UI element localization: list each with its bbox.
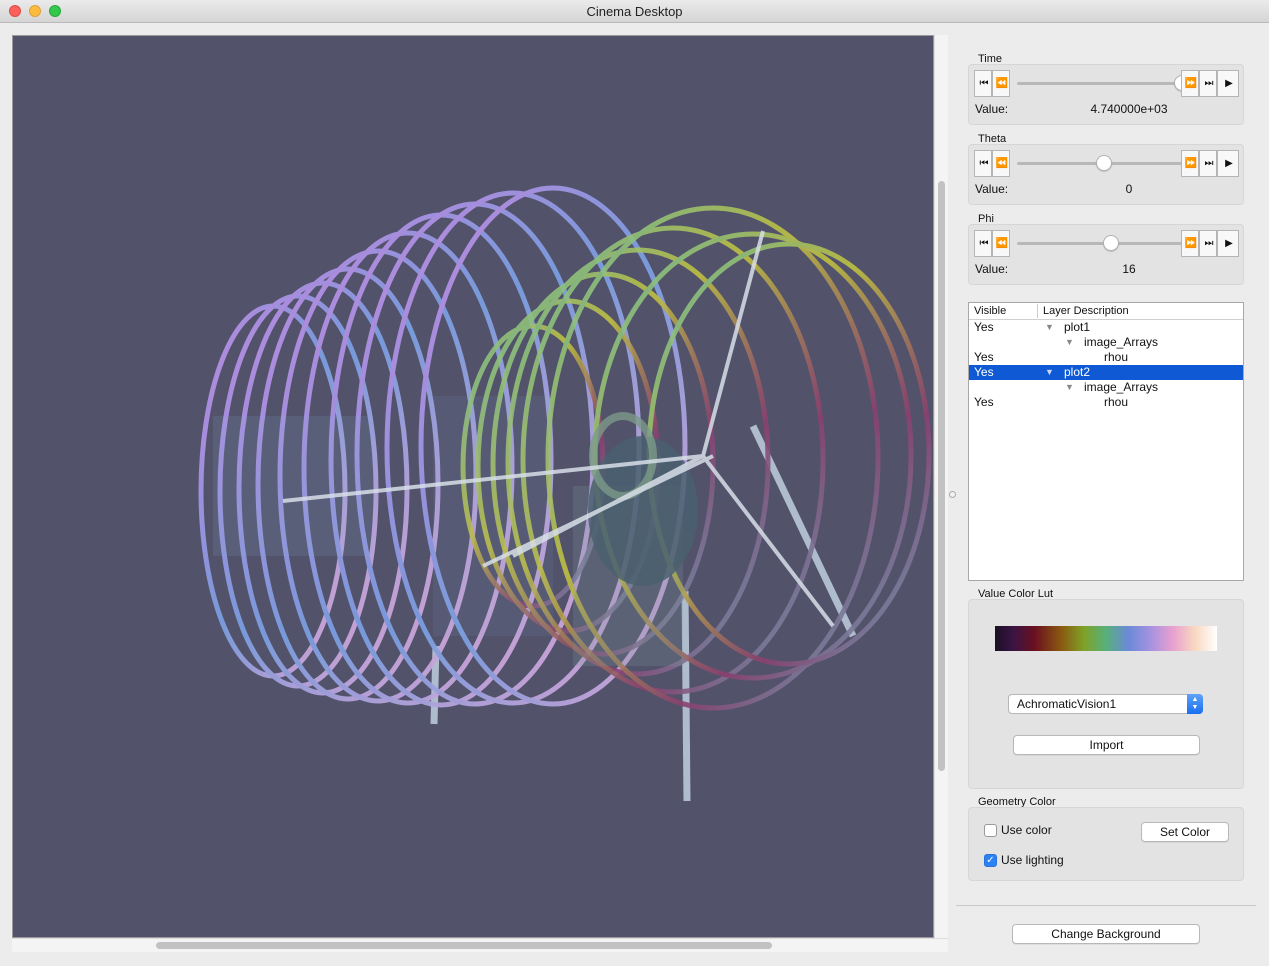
theta-prev-button[interactable]: ⏪ — [992, 150, 1010, 177]
layer-visible[interactable]: Yes — [974, 395, 994, 410]
layer-visible[interactable]: Yes — [974, 350, 994, 365]
time-value: 4.740000e+03 — [1090, 102, 1168, 116]
phi-slider-knob[interactable] — [1103, 235, 1119, 251]
horizontal-scroll-thumb[interactable] — [156, 942, 772, 949]
color-lut-preview — [995, 626, 1217, 651]
set-color-button[interactable]: Set Color — [1141, 822, 1229, 842]
phi-prev-button[interactable]: ⏪ — [992, 230, 1010, 257]
layer-row-image-arrays-2[interactable]: ▼ image_Arrays — [969, 380, 1243, 395]
layer-description: rhou — [1104, 395, 1129, 409]
change-background-button[interactable]: Change Background — [1012, 924, 1200, 944]
layer-row-plot1[interactable]: Yes ▼ plot1 — [969, 320, 1243, 335]
lut-select-value: AchromaticVision1 — [1017, 697, 1117, 711]
use-color-checkbox[interactable] — [984, 824, 997, 837]
panel-divider — [956, 905, 1256, 906]
layer-row-rhou-1[interactable]: Yes rhou — [969, 350, 1243, 365]
theta-play-button[interactable]: ▶ — [1217, 150, 1239, 177]
layer-description: image_Arrays — [1084, 380, 1159, 394]
theta-value: 0 — [1125, 182, 1133, 196]
theta-slider-knob[interactable] — [1096, 155, 1112, 171]
theta-group: ⏮ ⏪ ⏩ ⏭ ▶ Value: 0 — [968, 144, 1244, 205]
visible-column-header[interactable]: Visible — [974, 305, 1006, 317]
expand-triangle-icon[interactable]: ▼ — [1065, 380, 1074, 395]
phi-value-label: Value: — [975, 262, 1009, 276]
time-next-button[interactable]: ⏩ — [1181, 70, 1199, 97]
time-last-button[interactable]: ⏭ — [1199, 70, 1217, 97]
theta-last-button[interactable]: ⏭ — [1199, 150, 1217, 177]
phi-play-button[interactable]: ▶ — [1217, 230, 1239, 257]
rendered-geometry — [198, 185, 932, 802]
use-color-label[interactable]: Use color — [1001, 823, 1052, 837]
time-prev-button[interactable]: ⏪ — [992, 70, 1010, 97]
description-column-header[interactable]: Layer Description — [1043, 305, 1129, 317]
window-title: Cinema Desktop — [586, 4, 683, 19]
layer-tree[interactable]: Visible Layer Description Yes ▼ plot1 ▼ … — [968, 302, 1244, 581]
phi-player: ⏮ ⏪ ⏩ ⏭ ▶ — [974, 230, 1239, 259]
phi-value: 16 — [1122, 262, 1136, 276]
theta-first-button[interactable]: ⏮ — [974, 150, 992, 177]
theta-player: ⏮ ⏪ ⏩ ⏭ ▶ — [974, 150, 1239, 179]
theta-value-label: Value: — [975, 182, 1009, 196]
time-value-label: Value: — [975, 102, 1009, 116]
layer-row-plot2[interactable]: Yes ▼ plot2 — [969, 365, 1243, 380]
time-play-button[interactable]: ▶ — [1217, 70, 1239, 97]
time-group: ⏮ ⏪ ⏩ ⏭ ▶ Value: 4.740000e+03 — [968, 64, 1244, 125]
render-viewport[interactable] — [12, 35, 934, 938]
layer-description: image_Arrays — [1084, 335, 1159, 349]
layer-description: rhou — [1104, 350, 1129, 364]
layer-row-rhou-2[interactable]: Yes rhou — [969, 395, 1243, 410]
splitter-handle[interactable] — [949, 491, 956, 498]
import-button[interactable]: Import — [1013, 735, 1200, 755]
layer-description: plot2 — [1064, 365, 1091, 379]
theta-next-button[interactable]: ⏩ — [1181, 150, 1199, 177]
title-bar: Cinema Desktop — [0, 0, 1269, 23]
layer-visible[interactable]: Yes — [974, 365, 994, 380]
geometry-group: Use color Set Color ✓ Use lighting — [968, 807, 1244, 881]
expand-triangle-icon[interactable]: ▼ — [1045, 320, 1054, 335]
layer-row-image-arrays-1[interactable]: ▼ image_Arrays — [969, 335, 1243, 350]
phi-first-button[interactable]: ⏮ — [974, 230, 992, 257]
lut-group: AchromaticVision1 ▲ ▼ Import — [968, 599, 1244, 789]
layer-visible[interactable]: Yes — [974, 320, 994, 335]
layer-tree-header: Visible Layer Description — [969, 303, 1243, 320]
phi-next-button[interactable]: ⏩ — [1181, 230, 1199, 257]
vertical-scroll-thumb[interactable] — [938, 181, 945, 771]
select-arrows-icon: ▲ ▼ — [1187, 694, 1203, 714]
time-player: ⏮ ⏪ ⏩ ⏭ ▶ — [974, 70, 1239, 99]
phi-last-button[interactable]: ⏭ — [1199, 230, 1217, 257]
layer-description: plot1 — [1064, 320, 1091, 334]
viewport-vertical-scrollbar[interactable] — [934, 35, 948, 938]
phi-slider[interactable] — [1017, 242, 1182, 245]
lut-select[interactable]: AchromaticVision1 ▲ ▼ — [1008, 694, 1203, 714]
viewport-horizontal-scrollbar[interactable] — [12, 938, 948, 952]
use-lighting-label[interactable]: Use lighting — [1001, 853, 1064, 867]
time-slider[interactable] — [1017, 82, 1182, 85]
phi-group: ⏮ ⏪ ⏩ ⏭ ▶ Value: 16 — [968, 224, 1244, 285]
expand-triangle-icon[interactable]: ▼ — [1065, 335, 1074, 350]
expand-triangle-icon[interactable]: ▼ — [1045, 365, 1054, 380]
time-first-button[interactable]: ⏮ — [974, 70, 992, 97]
use-lighting-checkbox[interactable]: ✓ — [984, 854, 997, 867]
